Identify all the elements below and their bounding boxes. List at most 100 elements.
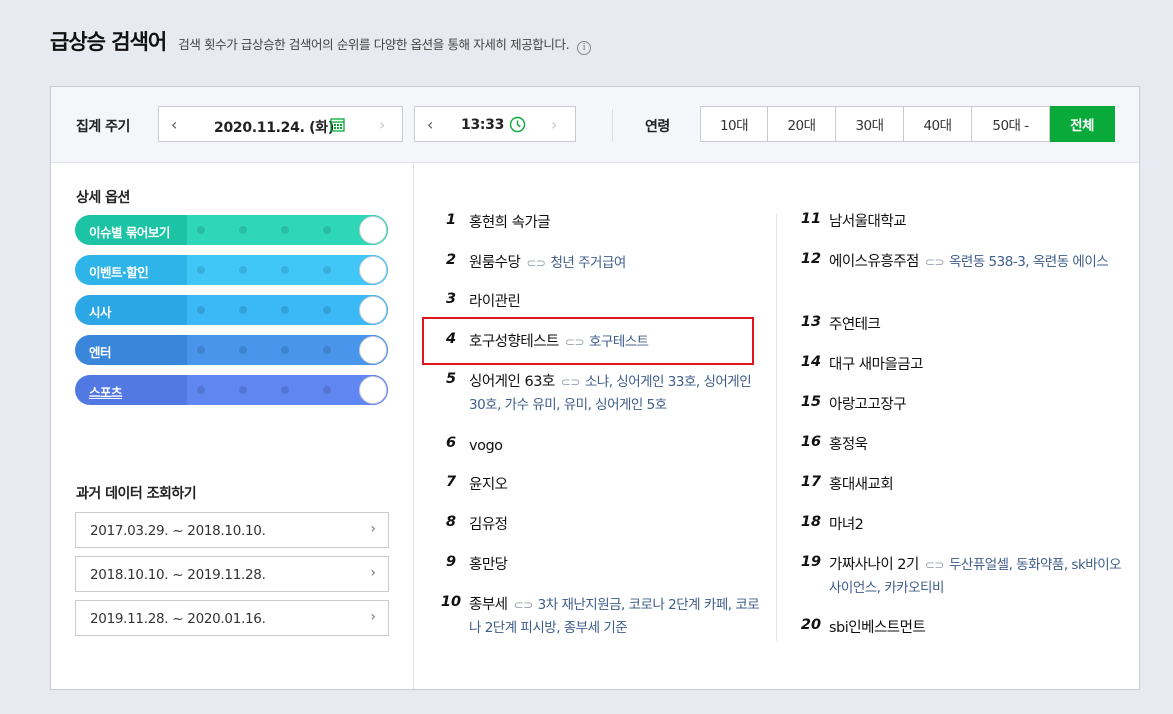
keyword[interactable]: 윤지오: [469, 477, 508, 493]
keyword[interactable]: 홍만당: [469, 557, 508, 573]
age-all-button[interactable]: 전체: [1050, 106, 1115, 142]
keyword[interactable]: vogo: [469, 438, 503, 454]
period-range: 2017.03.29. ~ 2018.10.10.: [90, 523, 266, 539]
column-divider: [776, 213, 777, 641]
time-value: 13:33: [461, 117, 505, 133]
toggle-dot: [281, 266, 289, 274]
toggle-entertainment[interactable]: 엔터: [75, 335, 388, 365]
toggle-label: 엔터: [89, 345, 112, 360]
link-icon: ⊂⊃: [924, 255, 945, 269]
keyword[interactable]: 아랑고고장구: [829, 397, 907, 413]
next-time-button[interactable]: ›: [551, 115, 557, 134]
toggle-track: [187, 335, 388, 365]
keyword[interactable]: 원룸수당: [469, 255, 521, 271]
keyword[interactable]: 대구 새마을금고: [829, 357, 924, 373]
link-icon: ⊂⊃: [924, 558, 945, 572]
age-filter: 10대 20대 30대 40대 50대 - 전체: [700, 106, 1115, 142]
rank-number: 5: [445, 371, 457, 387]
page-header: 급상승 검색어 검색 횟수가 급상승한 검색어의 순위를 다양한 옵션을 통해 …: [50, 26, 592, 56]
toggle-label: 이벤트·할인: [89, 265, 149, 280]
keyword[interactable]: 라이관린: [469, 294, 521, 310]
toggle-knob[interactable]: [359, 256, 387, 284]
keyword[interactable]: 에이스유흥주점: [829, 254, 919, 270]
toggle-knob[interactable]: [359, 336, 387, 364]
prev-time-button[interactable]: ‹: [427, 115, 433, 134]
rank-number: 6: [445, 435, 457, 451]
history-period-3[interactable]: 2019.11.28. ~ 2020.01.16. ›: [75, 600, 389, 636]
prev-date-button[interactable]: ‹: [171, 115, 177, 134]
toggle-dot: [281, 386, 289, 394]
toggle-dot: [281, 226, 289, 234]
related-keywords[interactable]: 옥련동 538-3, 옥련동 에이스: [949, 254, 1109, 270]
toggle-events-discounts[interactable]: 이벤트·할인: [75, 255, 388, 285]
keyword[interactable]: 마녀2: [829, 517, 864, 533]
rank-number: 8: [445, 514, 457, 530]
link-icon: ⊂⊃: [513, 598, 534, 612]
keyword[interactable]: 김유정: [469, 517, 508, 533]
link-icon: ⊂⊃: [526, 256, 546, 270]
chevron-right-icon: ›: [370, 609, 376, 625]
toggle-dot: [197, 266, 205, 274]
rank-number: 7: [445, 474, 457, 490]
keyword[interactable]: sbi인베스트먼트: [829, 620, 926, 636]
toggle-dot: [323, 346, 331, 354]
period-label: 집계 주기: [76, 119, 130, 135]
clock-icon[interactable]: [509, 116, 526, 133]
toggle-sports[interactable]: 스포츠: [75, 375, 388, 405]
rank-number: 18: [800, 514, 822, 530]
keyword[interactable]: 종부세: [469, 597, 508, 613]
rank-number: 1: [445, 212, 457, 228]
age-20s-button[interactable]: 20대: [768, 106, 836, 142]
related-keywords[interactable]: 3차 재난지원금, 코로나 2단계 카페, 코로나 2단계 피시방, 종부세 기…: [469, 597, 760, 636]
keyword[interactable]: 홍대새교회: [829, 477, 894, 493]
chevron-right-icon: ›: [370, 565, 376, 581]
history-period-2[interactable]: 2018.10.10. ~ 2019.11.28. ›: [75, 556, 389, 592]
rank-number: 15: [800, 394, 822, 410]
history-title: 과거 데이터 조회하기: [76, 486, 197, 502]
toggle-dot: [323, 306, 331, 314]
rank-number: 19: [800, 554, 822, 570]
keyword[interactable]: 남서울대학교: [829, 214, 907, 230]
keyword[interactable]: 가짜사나이 2기: [829, 557, 919, 573]
rank-number: 13: [800, 314, 822, 330]
related-keywords[interactable]: 청년 주거급여: [550, 255, 626, 271]
info-icon[interactable]: i: [577, 40, 592, 55]
toggle-label: 이슈별 묶어보기: [89, 225, 170, 240]
toggle-track: [187, 295, 388, 325]
toggle-current-affairs[interactable]: 시사: [75, 295, 388, 325]
toggle-dot: [281, 306, 289, 314]
toggle-dot: [197, 306, 205, 314]
toggle-dot: [323, 386, 331, 394]
toggle-issue-grouping[interactable]: 이슈별 묶어보기: [75, 215, 388, 245]
toggle-knob[interactable]: [359, 216, 387, 244]
page-description: 검색 횟수가 급상승한 검색어의 순위를 다양한 옵션을 통해 자세히 제공합니…: [178, 37, 570, 52]
rank-number: 20: [800, 617, 822, 633]
keyword[interactable]: 홍현희 속가글: [469, 215, 551, 231]
toggle-dot: [281, 346, 289, 354]
toggle-dot: [239, 386, 247, 394]
toggle-knob[interactable]: [359, 296, 387, 324]
age-50s-plus-button[interactable]: 50대 -: [972, 106, 1050, 142]
history-period-1[interactable]: 2017.03.29. ~ 2018.10.10. ›: [75, 512, 389, 548]
option-sidebar: 상세 옵션 이슈별 묶어보기 이벤트·할인 시사 엔터 스포츠 과거 데이터 조…: [51, 163, 414, 689]
toggle-knob[interactable]: [359, 376, 387, 404]
keyword[interactable]: 홍정욱: [829, 437, 868, 453]
age-10s-button[interactable]: 10대: [700, 106, 768, 142]
toggle-track: [187, 375, 388, 405]
toggle-track: [187, 215, 388, 245]
calendar-icon[interactable]: [330, 117, 345, 132]
toggle-dot: [239, 266, 247, 274]
keyword[interactable]: 주연테크: [829, 317, 881, 333]
next-date-button[interactable]: ›: [379, 115, 385, 134]
toggle-dot: [239, 226, 247, 234]
ranking-panel: 집계 주기 ‹ 2020.11.24. (화) › ‹ 13:33 › 연령 1…: [50, 86, 1140, 690]
keyword[interactable]: 싱어게인 63호: [469, 374, 555, 390]
age-30s-button[interactable]: 30대: [836, 106, 904, 142]
toggle-dot: [239, 306, 247, 314]
age-40s-button[interactable]: 40대: [904, 106, 972, 142]
period-range: 2019.11.28. ~ 2020.01.16.: [90, 611, 266, 627]
options-title: 상세 옵션: [76, 190, 130, 206]
toggle-track: [187, 255, 388, 285]
period-range: 2018.10.10. ~ 2019.11.28.: [90, 567, 266, 583]
rank-number: 12: [800, 251, 822, 267]
